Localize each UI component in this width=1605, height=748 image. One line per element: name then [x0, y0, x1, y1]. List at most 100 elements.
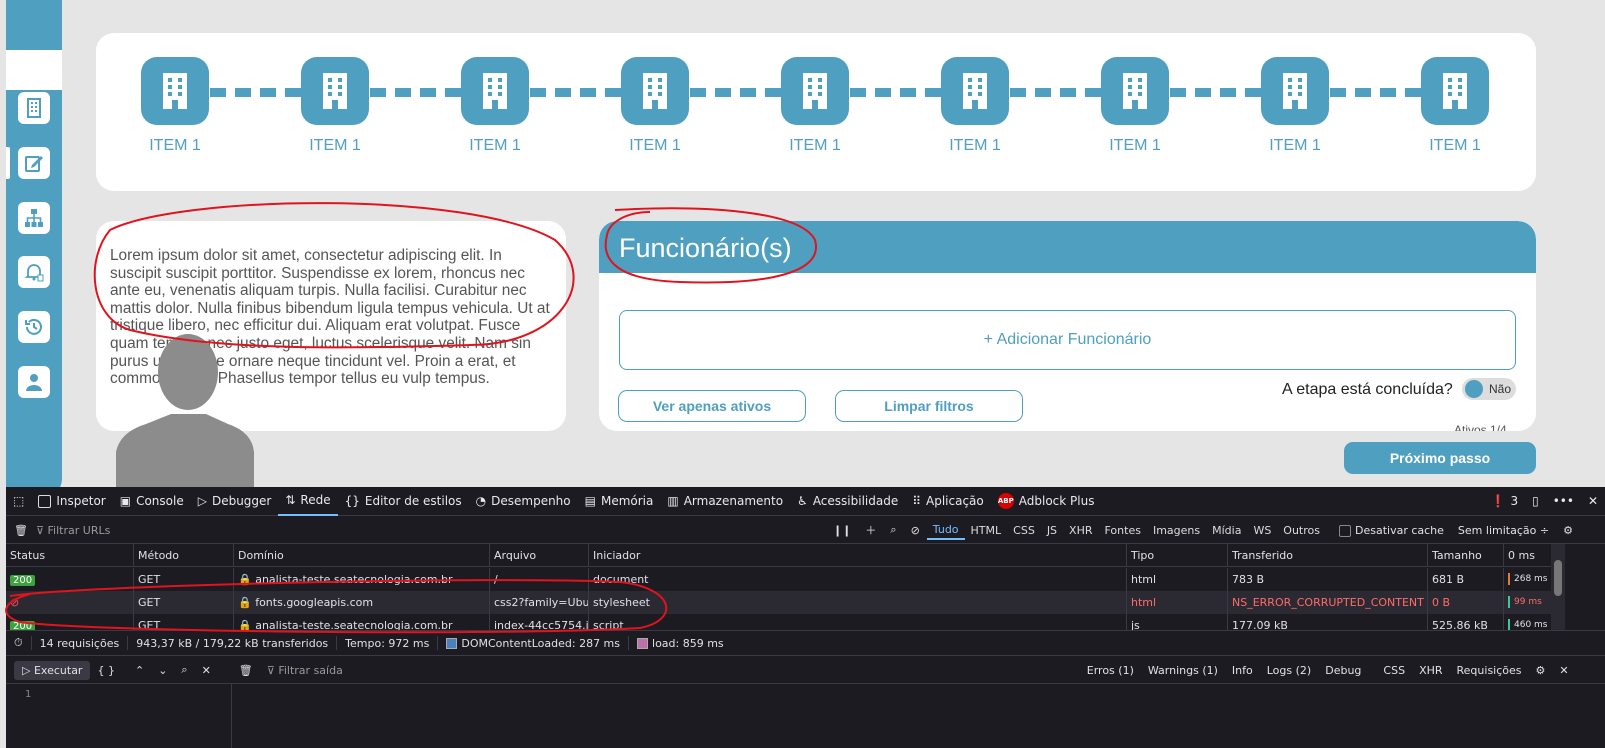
table-row[interactable]: ⊘ GET 🔒 fonts.googleapis.com css2?family… [6, 591, 1551, 614]
next-step-button[interactable]: Próximo passo [1344, 442, 1536, 474]
close-devtools-button[interactable]: ✕ [1581, 487, 1605, 516]
tab-network[interactable]: ⇅ Rede [278, 487, 338, 516]
table-row[interactable]: 200 GET 🔒 analista-teste.seatecnologia.c… [6, 568, 1551, 591]
tab-storage[interactable]: ▥ Armazenamento [660, 487, 790, 516]
console-settings-gear-icon[interactable]: ⚙ [1529, 664, 1553, 677]
sidebar-item-notifications[interactable] [18, 256, 50, 288]
close-split-console-icon[interactable]: ✕ [1552, 664, 1575, 677]
run-button[interactable]: ▷ Executar [14, 660, 91, 680]
console-filter-css[interactable]: CSS [1376, 664, 1412, 677]
level-info[interactable]: Info [1225, 664, 1260, 677]
chevron-down-icon[interactable]: ⌄ [151, 664, 174, 677]
sidebar-item-profile[interactable] [18, 366, 50, 398]
step-item[interactable]: ITEM 1 [1075, 57, 1195, 155]
sidebar-item-hierarchy[interactable] [18, 202, 50, 234]
type-filter-all[interactable]: Tudo [926, 521, 965, 540]
type-filter-xhr[interactable]: XHR [1063, 522, 1098, 539]
type-filter-html[interactable]: HTML [965, 522, 1008, 539]
type-filter-images[interactable]: Imagens [1147, 522, 1206, 539]
tab-memory[interactable]: ▤ Memória [578, 487, 661, 516]
filter-urls-input[interactable]: ⊽ Filtrar URLs [36, 524, 826, 537]
pause-icon[interactable]: ❙❙ [826, 524, 858, 537]
sidebar-item-buildings[interactable] [18, 92, 50, 124]
stage-completed-toggle[interactable]: Não [1462, 378, 1516, 400]
type-filter-other[interactable]: Outros [1277, 522, 1326, 539]
column-header[interactable]: 0 ms [1503, 544, 1551, 567]
trash-icon[interactable]: 🗑 [14, 524, 28, 537]
plus-icon[interactable]: ＋ [858, 522, 883, 538]
employees-card-header: Funcionário(s) [599, 221, 1536, 273]
error-count: 3 [1510, 494, 1519, 508]
tab-inspector[interactable]: Inspetor [31, 487, 112, 516]
column-header[interactable]: Tipo [1126, 544, 1227, 567]
responsive-mode-button[interactable]: ▯ [1525, 487, 1546, 516]
step-item[interactable]: ITEM 1 [275, 57, 395, 155]
search-icon[interactable]: ⌕ [883, 523, 903, 537]
dcl-marker-icon [446, 637, 458, 649]
more-options-button[interactable]: ••• [1546, 487, 1581, 516]
level-errors[interactable]: Erros (1) [1080, 664, 1141, 677]
step-label: ITEM 1 [469, 137, 521, 154]
step-item[interactable]: ITEM 1 [435, 57, 555, 155]
pretty-print-button[interactable]: { } [90, 664, 122, 677]
scrollbar-thumb[interactable] [1554, 560, 1562, 596]
zoom-icon[interactable]: ⌕ [174, 663, 194, 677]
throttling-select[interactable]: Sem limitação ÷ [1451, 524, 1556, 537]
tab-application[interactable]: ⠿ Aplicação [905, 487, 991, 516]
sidebar-item-history[interactable] [18, 311, 50, 343]
close-editor-icon[interactable]: ✕ [195, 664, 218, 677]
type-filter-css[interactable]: CSS [1007, 522, 1041, 539]
block-icon[interactable]: ⊘ [904, 524, 927, 537]
element-picker-button[interactable]: ⬚ [6, 487, 31, 516]
bell-document-icon [24, 264, 44, 282]
type-filter-ws[interactable]: WS [1247, 522, 1277, 539]
column-header[interactable]: Método [133, 544, 233, 567]
show-active-only-button[interactable]: Ver apenas ativos [618, 390, 806, 422]
column-header[interactable]: Iniciador [588, 544, 1126, 567]
network-arrows-icon: ⇅ [285, 493, 296, 507]
level-logs[interactable]: Logs (2) [1260, 664, 1318, 677]
column-header[interactable]: Domínio [233, 544, 489, 567]
tab-debugger[interactable]: ▷ Debugger [191, 487, 279, 516]
network-filter-bar: 🗑 ⊽ Filtrar URLs ❙❙ ＋ ⌕ ⊘ Tudo HTML CSS … [6, 517, 1605, 544]
step-item[interactable]: ITEM 1 [915, 57, 1035, 155]
clear-console-icon[interactable]: 🗑 [232, 664, 260, 677]
type-filter-js[interactable]: JS [1041, 522, 1063, 539]
tab-label: Console [136, 494, 184, 508]
disable-cache-checkbox[interactable]: Desativar cache [1332, 524, 1451, 537]
step-item[interactable]: ITEM 1 [1235, 57, 1355, 155]
type-filter-media[interactable]: Mídia [1206, 522, 1247, 539]
stepper-card: ITEM 1 ITEM 1 ITEM 1 ITEM 1 ITEM 1 ITEM … [96, 33, 1536, 191]
table-row[interactable]: 200 GET 🔒 analista-teste.seatecnologia.c… [6, 614, 1551, 630]
tab-performance[interactable]: ◔ Desempenho [469, 487, 578, 516]
timing-text: 268 ms [1514, 574, 1548, 584]
add-employee-button[interactable]: + Adicionar Funcionário [619, 310, 1516, 370]
step-item[interactable]: ITEM 1 [115, 57, 235, 155]
chevron-up-icon[interactable]: ⌃ [128, 664, 151, 677]
column-header[interactable]: Status [6, 544, 133, 567]
filter-output-input[interactable]: ⊽ Filtrar saída [260, 664, 1080, 677]
sidebar-item-edit[interactable] [18, 147, 50, 179]
console-filter-requests[interactable]: Requisições [1450, 664, 1529, 677]
column-header[interactable]: Transferido [1227, 544, 1427, 567]
tab-console[interactable]: ▣ Console [113, 487, 191, 516]
tab-label: Acessibilidade [812, 494, 899, 508]
console-filter-xhr[interactable]: XHR [1412, 664, 1449, 677]
settings-gear-icon[interactable]: ⚙ [1556, 524, 1580, 537]
console-editor[interactable]: 1 [6, 684, 232, 748]
step-item[interactable]: ITEM 1 [1395, 57, 1515, 155]
table-scrollbar[interactable] [1551, 544, 1565, 630]
level-debug[interactable]: Debug [1318, 664, 1368, 677]
column-header[interactable]: Tamanho [1427, 544, 1503, 567]
clear-filters-button[interactable]: Limpar filtros [835, 390, 1023, 422]
tab-adblock[interactable]: ABP Adblock Plus [991, 487, 1102, 516]
tab-accessibility[interactable]: ♿ Acessibilidade [790, 487, 905, 516]
status-badge: 200 [10, 621, 36, 630]
step-item[interactable]: ITEM 1 [755, 57, 875, 155]
error-counter[interactable]: ❗ 3 [1484, 487, 1526, 516]
tab-style-editor[interactable]: {} Editor de estilos [338, 487, 469, 516]
level-warnings[interactable]: Warnings (1) [1141, 664, 1225, 677]
column-header[interactable]: Arquivo [489, 544, 588, 567]
type-filter-fonts[interactable]: Fontes [1099, 522, 1147, 539]
step-item[interactable]: ITEM 1 [595, 57, 715, 155]
